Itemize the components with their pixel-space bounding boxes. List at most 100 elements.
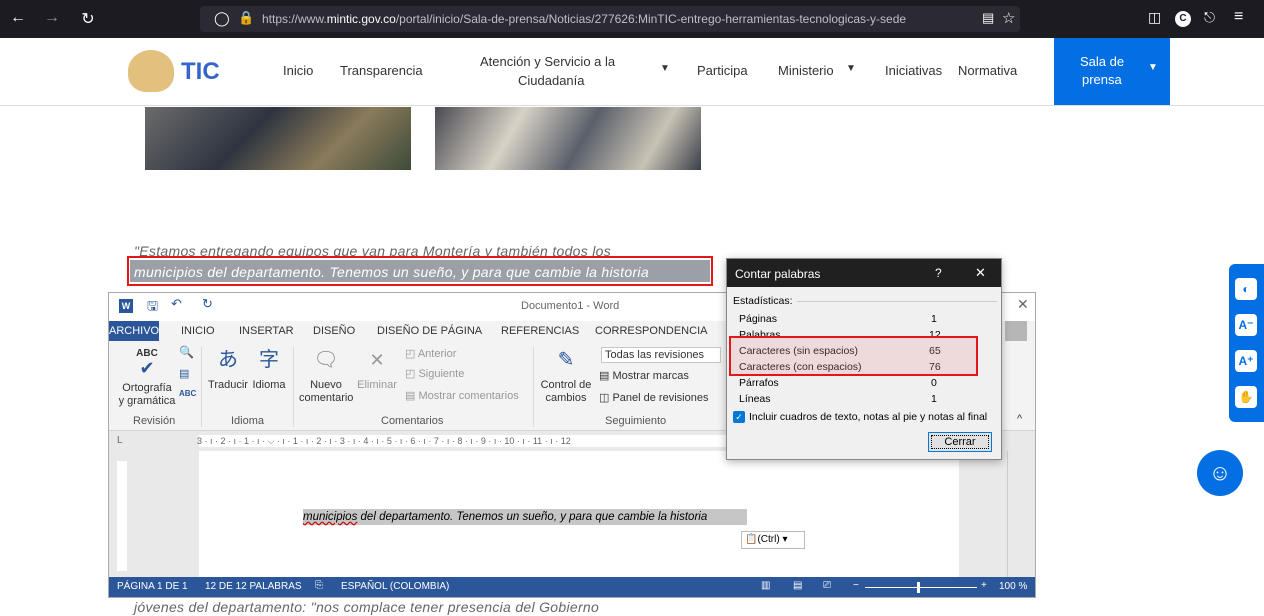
chevron-down-icon[interactable]: ▼ — [660, 63, 670, 74]
dialog-titlebar: Contar palabras ? ✕ — [727, 259, 1001, 287]
next-comment-button[interactable]: ◰ Siguiente — [405, 367, 464, 380]
accessibility-toolbar: ◐ A⁻ A⁺ ✋ — [1229, 264, 1264, 422]
close-button[interactable]: Cerrar — [928, 432, 992, 452]
reload-icon[interactable]: ↻ — [78, 9, 98, 29]
lock-icon[interactable]: 🔒 — [238, 10, 254, 26]
font-decrease-icon[interactable]: A⁻ — [1235, 314, 1257, 336]
status-page[interactable]: PÁGINA 1 DE 1 — [117, 581, 188, 592]
url-text[interactable]: https://www.mintic.gov.co/portal/inicio/… — [262, 12, 962, 26]
menu-icon[interactable]: ≡ — [1234, 8, 1243, 26]
article-line-1: "Estamos entregando equipos que van para… — [134, 243, 612, 257]
zoom-out-icon[interactable]: − — [853, 580, 859, 591]
nav-inicio[interactable]: Inicio — [283, 63, 313, 78]
dialog-close-icon[interactable]: ✕ — [975, 265, 986, 281]
extensions-icon[interactable]: ⎋ — [1204, 9, 1215, 26]
help-button[interactable]: ? — [935, 266, 942, 280]
avatar[interactable] — [1005, 321, 1027, 341]
zoom-slider-handle[interactable] — [917, 582, 920, 593]
contrast-icon[interactable]: ◐ — [1235, 278, 1257, 300]
back-icon[interactable]: ← — [8, 9, 28, 27]
font-increase-icon[interactable]: A⁺ — [1235, 350, 1257, 372]
selected-rest: del departamento. Tenemos un sueño, y pa… — [357, 511, 708, 523]
ribbon-separator — [533, 347, 534, 427]
new-comment-button[interactable]: 🗨 Nuevo comentario — [299, 349, 353, 405]
stat-value-paragraphs: 0 — [931, 377, 937, 389]
help-chat-icon[interactable]: ☺ — [1197, 450, 1243, 496]
tab-insertar[interactable]: INSERTAR — [239, 325, 294, 337]
next-label: Siguiente — [418, 368, 465, 380]
print-layout-icon[interactable]: ▤ — [793, 580, 802, 591]
word-title: Documento1 - Word — [521, 300, 620, 312]
pocket-icon[interactable]: ◫ — [1148, 9, 1161, 26]
nav-ministerio[interactable]: Ministerio — [778, 63, 834, 78]
nav-atencion[interactable]: Atención y Servicio a la — [480, 54, 615, 69]
ribbon-separator — [201, 347, 202, 427]
paste-options-button[interactable]: 📋(Ctrl) ▾ — [741, 531, 805, 549]
tab-correspondencia[interactable]: CORRESPONDENCIA — [595, 325, 707, 337]
reviewing-pane-button[interactable]: ◫ Panel de revisiones — [599, 391, 708, 404]
read-mode-icon[interactable]: ▥ — [761, 580, 770, 591]
tab-archivo[interactable]: ARCHIVO — [109, 321, 159, 341]
shield-icon[interactable]: ◯ — [214, 10, 230, 27]
chevron-down-icon: ▼ — [1148, 62, 1158, 73]
thesaurus-icon[interactable]: ▤ — [179, 367, 189, 380]
vertical-ruler — [117, 461, 127, 571]
red-highlight-box — [127, 256, 713, 286]
coat-of-arms-logo — [128, 50, 174, 92]
delete-comment-button[interactable]: ✕ Eliminar — [353, 349, 401, 392]
show-markup-button[interactable]: ▤ Mostrar marcas — [599, 369, 689, 382]
word-logo-icon[interactable]: W — [119, 299, 133, 313]
reader-view-icon[interactable]: ▤ — [982, 10, 994, 26]
sign-language-icon[interactable]: ✋ — [1235, 386, 1257, 408]
nav-participa[interactable]: Participa — [697, 63, 748, 78]
show-comments-button[interactable]: ▤ Mostrar comentarios — [405, 389, 519, 402]
close-icon[interactable]: ✕ — [1017, 296, 1029, 313]
zoom-slider[interactable] — [865, 587, 977, 588]
display-review-select[interactable]: Todas las revisiones — [601, 347, 721, 363]
nav-iniciativas[interactable]: Iniciativas — [885, 63, 942, 78]
nav-sala-de-prensa[interactable]: Sala de prensa ▼ — [1054, 38, 1170, 105]
undo-icon[interactable]: ↶ — [171, 296, 182, 312]
site-navbar: TIC Inicio Transparencia Atención y Serv… — [0, 38, 1264, 106]
show-comments-icon: ▤ — [405, 390, 419, 402]
stat-value-lines: 1 — [931, 393, 937, 405]
nav-transparencia[interactable]: Transparencia — [340, 63, 423, 78]
stat-value-pages: 1 — [931, 313, 937, 325]
tab-referencias[interactable]: REFERENCIAS — [501, 325, 579, 337]
include-checkbox-label[interactable]: Incluir cuadros de texto, notas al pie y… — [749, 411, 987, 423]
group-revision: Revisión — [133, 415, 176, 427]
status-language[interactable]: ESPAÑOL (COLOMBIA) — [341, 581, 449, 592]
spelling-button[interactable]: ABC ✔ Ortografía y gramática — [117, 347, 177, 408]
collapse-ribbon-icon[interactable]: ^ — [1017, 413, 1022, 425]
tab-inicio[interactable]: INICIO — [181, 325, 215, 337]
save-icon[interactable]: 🖫 — [147, 297, 158, 319]
word-count-icon[interactable]: ABC — [179, 389, 196, 398]
document-selected-text[interactable]: municipios del departamento. Tenemos un … — [303, 509, 747, 525]
redo-icon[interactable]: ↻ — [202, 296, 213, 312]
zoom-level[interactable]: 100 % — [999, 581, 1027, 592]
group-seguimiento: Seguimiento — [605, 415, 667, 427]
bookmark-star-icon[interactable]: ☆ — [1002, 9, 1015, 27]
tic-logo-text[interactable]: TIC — [181, 58, 220, 86]
proofing-icon[interactable]: ⎘ — [315, 580, 323, 591]
zoom-in-icon[interactable]: + — [981, 580, 987, 591]
language-button[interactable]: 字 Idioma — [249, 349, 289, 392]
sala-line2: prensa — [1082, 72, 1122, 87]
tab-diseno[interactable]: DISEÑO — [313, 325, 355, 337]
nav-ciudadania[interactable]: Ciudadanía — [518, 73, 585, 88]
tab-selector-icon[interactable]: L — [117, 435, 123, 446]
url-bar[interactable]: ◯ 🔒 https://www.mintic.gov.co/portal/ini… — [200, 6, 1020, 32]
status-words[interactable]: 12 DE 12 PALABRAS — [205, 581, 302, 592]
nav-normativa[interactable]: Normativa — [958, 63, 1017, 78]
translate-button[interactable]: あ Traducir — [205, 349, 251, 392]
forward-icon[interactable]: → — [42, 9, 62, 27]
previous-comment-button[interactable]: ◰ Anterior — [405, 347, 456, 360]
account-icon[interactable]: C — [1175, 11, 1191, 27]
chevron-down-icon[interactable]: ▼ — [846, 63, 856, 74]
include-checkbox[interactable]: ✓ — [733, 411, 745, 423]
delete-comment-icon: ✕ — [369, 350, 385, 370]
tab-diseno-pagina[interactable]: DISEÑO DE PÁGINA — [377, 325, 482, 337]
web-layout-icon[interactable]: ⎚ — [823, 580, 831, 591]
track-changes-button[interactable]: ✎ Control de cambios — [537, 349, 595, 405]
search-icon[interactable]: 🔍 — [179, 345, 194, 359]
